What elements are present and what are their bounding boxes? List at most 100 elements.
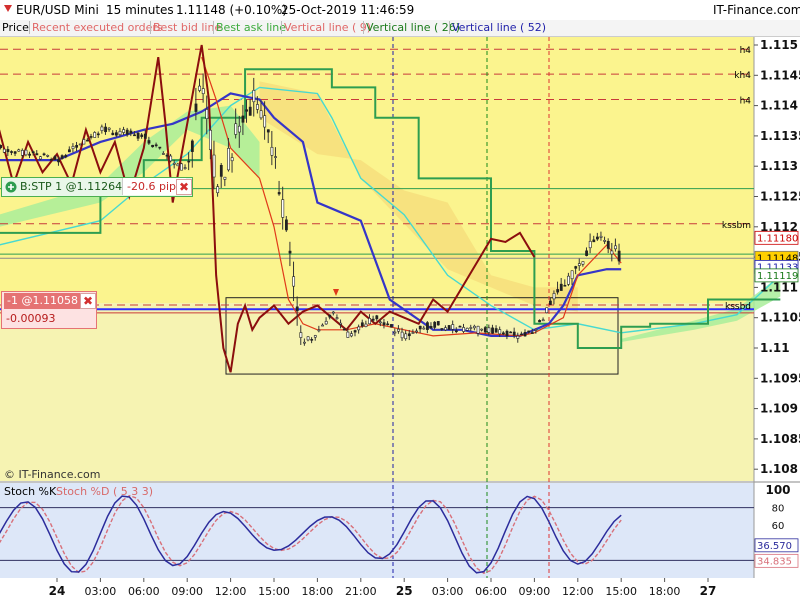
close-position-button[interactable]: ✖ <box>80 293 96 309</box>
candle-body <box>172 162 176 165</box>
legend-vline-9[interactable]: Vertical line ( 9) <box>281 21 373 34</box>
position-label: -1 @1.11058 <box>4 293 81 309</box>
candle-body <box>176 163 180 167</box>
candle-body <box>104 126 107 133</box>
price-tick-label: 1.11 <box>760 341 790 355</box>
candle-body <box>187 160 191 163</box>
candle-body <box>57 159 60 163</box>
candle-body <box>353 330 357 333</box>
time-tick-label: 27 <box>700 584 717 598</box>
candle-body <box>118 130 122 136</box>
candle-body <box>592 239 596 243</box>
candle-body <box>49 159 53 161</box>
candle-body <box>559 283 563 291</box>
candle-body <box>451 324 455 330</box>
last-price: 1.11148 (+0.10%) <box>176 3 287 17</box>
candle-body <box>284 219 288 231</box>
candle-body <box>469 327 473 329</box>
time-tick-label: 15:00 <box>258 585 290 598</box>
candle-body <box>411 332 415 334</box>
candle-body <box>35 153 39 156</box>
price-tag-label: 1.11180 <box>757 233 798 244</box>
legend-recent-executed[interactable]: Recent executed orders <box>29 21 165 34</box>
candle-body <box>201 88 205 95</box>
close-order-button[interactable]: ✖ <box>176 179 192 195</box>
plus-icon[interactable] <box>5 181 17 193</box>
candle-body <box>306 336 310 341</box>
price-tick-label: 1.1135 <box>760 129 800 143</box>
candle-body <box>549 300 552 305</box>
triangle-icon[interactable] <box>3 3 13 13</box>
candle-body <box>274 156 277 158</box>
candle-body <box>498 329 502 335</box>
candle-body <box>324 320 328 325</box>
candle-body <box>245 109 249 112</box>
candle-body <box>241 115 245 123</box>
candle-body <box>364 323 368 327</box>
candle-body <box>277 192 281 195</box>
brand[interactable]: IT-Finance.com <box>713 3 800 17</box>
candle-body <box>2 148 6 153</box>
candle-body <box>375 315 379 320</box>
candle-body <box>111 132 115 136</box>
legend-price[interactable]: Price <box>0 21 31 34</box>
candle-body <box>169 155 173 162</box>
symbol-name: EUR/USD Mini <box>16 3 99 17</box>
candle-body <box>39 156 42 160</box>
candle-body <box>162 153 165 155</box>
candle-body <box>483 327 487 333</box>
candle-body <box>360 322 364 327</box>
candle-body <box>183 167 187 169</box>
candle-body <box>494 328 498 333</box>
candle-body <box>93 132 97 138</box>
legend-vline-26[interactable]: Vertical line ( 26) <box>363 21 462 34</box>
stoch-k-label[interactable]: Stoch %K <box>2 485 58 498</box>
time-tick-label: 09:00 <box>171 585 203 598</box>
time-tick-label: 18:00 <box>302 585 334 598</box>
candle-body <box>89 136 93 138</box>
candle-body <box>143 133 147 139</box>
candle-body <box>266 129 270 133</box>
stoch-tick-label: 60 <box>772 521 785 532</box>
price-tick-label: 1.1145 <box>760 68 800 82</box>
candle-body <box>10 151 13 153</box>
candle-body <box>473 325 476 329</box>
candle-body <box>78 143 82 146</box>
candle-body <box>151 144 154 148</box>
candle-body <box>42 153 46 156</box>
candle-body <box>404 333 408 339</box>
legend-best-ask[interactable]: Best ask line <box>213 21 288 34</box>
candle-body <box>317 329 321 332</box>
time-tick-label: 21:00 <box>345 585 377 598</box>
candle-body <box>368 317 371 325</box>
timeframe[interactable]: 15 minutes <box>106 3 174 17</box>
time-tick-label: 03:00 <box>432 585 464 598</box>
candle-body <box>24 149 28 156</box>
level-label-kssbm: kssbm <box>722 221 751 231</box>
candle-body <box>454 330 458 333</box>
candle-body <box>165 154 169 157</box>
candle-body <box>292 276 296 287</box>
candle-body <box>538 320 541 323</box>
position-ticket[interactable]: -1 @1.11058 ✖ -0.00093 <box>1 291 97 329</box>
stop-order-ticket[interactable]: B:STP 1 @1.11264 -20.6 pips ✖ <box>1 177 193 197</box>
candle-body <box>299 332 303 338</box>
candle-body <box>415 330 418 333</box>
time-tick-label: 06:00 <box>475 585 507 598</box>
candle-body <box>516 335 520 339</box>
candle-body <box>606 240 610 249</box>
candle-body <box>444 327 447 331</box>
candle-body <box>382 322 386 326</box>
price-tick-label: 1.108 <box>760 462 798 476</box>
candle-body <box>154 144 158 147</box>
legend-bar: Price Recent executed orders Best bid li… <box>0 20 800 37</box>
candle-body <box>505 330 509 337</box>
legend-vline-52[interactable]: Vertical line ( 52) <box>449 21 548 34</box>
time-tick-label: 15:00 <box>605 585 637 598</box>
candle-body <box>115 132 118 136</box>
time-tick-label: 25 <box>396 584 413 598</box>
candle-body <box>31 151 35 154</box>
candle-body <box>0 144 3 149</box>
stoch-d-label[interactable]: Stoch %D ( 5 3 3) <box>54 485 155 498</box>
candle-body <box>248 106 252 116</box>
